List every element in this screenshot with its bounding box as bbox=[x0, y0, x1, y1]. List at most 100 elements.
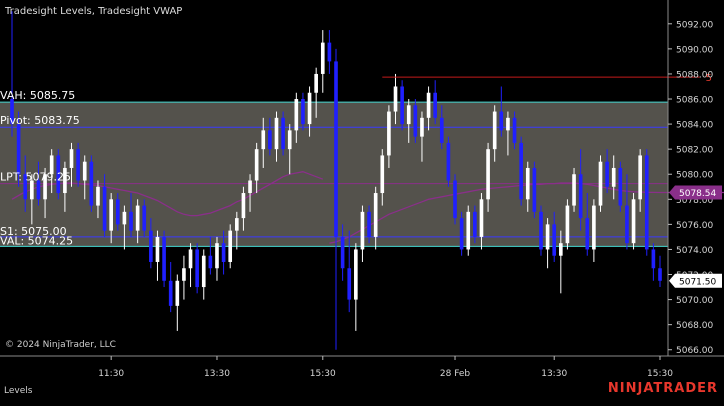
level-label-lpt: LPT: 5079.25 bbox=[0, 171, 71, 184]
candle-body bbox=[611, 167, 616, 187]
y-tick-label: 5066.00 bbox=[676, 346, 713, 356]
candle-body bbox=[486, 149, 490, 200]
candle-body bbox=[129, 211, 133, 231]
candle bbox=[539, 205, 543, 256]
candle-body bbox=[565, 205, 570, 244]
candle-body bbox=[314, 73, 318, 93]
candle-body bbox=[281, 117, 285, 150]
candle-body bbox=[109, 199, 114, 231]
candle-body bbox=[433, 92, 438, 118]
candle bbox=[413, 99, 418, 143]
tab-levels[interactable]: Levels bbox=[4, 386, 32, 396]
candle-body bbox=[76, 149, 80, 181]
y-tick-label: 5074.00 bbox=[676, 246, 713, 256]
candle-body bbox=[572, 174, 576, 206]
candle-body bbox=[254, 149, 259, 181]
candle-body bbox=[122, 211, 127, 225]
candle-body bbox=[492, 111, 497, 150]
candle-body bbox=[413, 105, 418, 137]
candle bbox=[644, 149, 649, 256]
candle-body bbox=[466, 211, 471, 250]
candle-body bbox=[373, 193, 378, 237]
x-tick-label: 28 Feb bbox=[440, 369, 471, 379]
candle bbox=[453, 174, 457, 225]
candle-body bbox=[241, 193, 246, 219]
candle-body bbox=[532, 167, 537, 212]
candle-body bbox=[340, 236, 345, 269]
candle bbox=[400, 80, 404, 131]
candle bbox=[572, 167, 576, 212]
candle-body bbox=[320, 42, 325, 74]
candle-body bbox=[525, 167, 530, 200]
candle-body bbox=[625, 205, 629, 244]
candle-body bbox=[651, 249, 656, 269]
candle-body bbox=[459, 218, 464, 250]
candle-body bbox=[439, 117, 444, 143]
candle-body bbox=[294, 99, 299, 131]
candle bbox=[618, 161, 623, 212]
candle-body bbox=[446, 142, 451, 181]
candle bbox=[162, 230, 166, 288]
ninjatrader-logo: NINJATRADER bbox=[607, 381, 718, 396]
last-price-badge: 5071.50 bbox=[669, 273, 722, 288]
candle bbox=[89, 155, 94, 212]
candle-body bbox=[234, 218, 239, 231]
x-tick-label: 13:30 bbox=[541, 369, 567, 379]
price-chart[interactable]: 5 5066.005068.005070.005072.005074.00507… bbox=[0, 0, 724, 402]
candle-body bbox=[380, 155, 385, 194]
candle bbox=[598, 155, 603, 212]
x-tick-label: 15:30 bbox=[647, 369, 673, 379]
copyright-text: © 2024 NinjaTrader, LLC bbox=[5, 340, 116, 350]
candle-body bbox=[188, 249, 193, 269]
candle-body bbox=[268, 130, 272, 150]
indicators-label: Tradesight Levels, Tradesight VWAP bbox=[4, 6, 182, 17]
y-tick-label: 5068.00 bbox=[676, 321, 713, 331]
y-tick-label: 5082.00 bbox=[676, 146, 713, 156]
chart-root[interactable]: 5 5066.005068.005070.005072.005074.00507… bbox=[0, 0, 724, 402]
candle-body bbox=[506, 117, 510, 131]
candle-body bbox=[552, 224, 557, 256]
candle-body bbox=[96, 186, 100, 206]
candle-body bbox=[69, 149, 74, 168]
candle bbox=[631, 193, 636, 250]
y-tick-label: 5090.00 bbox=[676, 45, 713, 55]
y-tick-label: 5080.00 bbox=[676, 171, 713, 181]
candle bbox=[281, 111, 285, 156]
candle-body bbox=[631, 199, 636, 244]
y-tick-label: 5070.00 bbox=[676, 296, 713, 306]
y-tick-label: 5076.00 bbox=[676, 221, 713, 231]
x-tick-label: 15:30 bbox=[310, 369, 336, 379]
last-price-badge-text: 5071.50 bbox=[679, 277, 716, 287]
x-tick-label: 11:30 bbox=[98, 369, 124, 379]
candle-body bbox=[479, 199, 484, 237]
candle bbox=[532, 161, 537, 219]
candle-body bbox=[228, 230, 233, 262]
candle-body bbox=[208, 255, 213, 269]
candle-body bbox=[400, 86, 404, 125]
candle-body bbox=[215, 243, 219, 269]
candle-body bbox=[201, 255, 206, 288]
y-tick-label: 5086.00 bbox=[676, 96, 713, 106]
candle-body bbox=[142, 205, 147, 231]
candle-body bbox=[420, 117, 424, 137]
y-tick-label: 5092.00 bbox=[676, 20, 713, 30]
candle-body bbox=[334, 61, 338, 237]
level-label-vah: VAH: 5085.75 bbox=[0, 89, 75, 102]
candle-body bbox=[519, 142, 523, 200]
candle bbox=[565, 199, 570, 250]
level-label-pivot: Pivot: 5083.75 bbox=[0, 114, 80, 127]
candle-body bbox=[162, 236, 166, 281]
candle-body bbox=[16, 124, 21, 175]
candle-body bbox=[168, 280, 173, 306]
candle-body bbox=[367, 211, 371, 237]
candle-body bbox=[426, 92, 431, 118]
x-tick-label: 13:30 bbox=[204, 369, 230, 379]
candle-body bbox=[360, 211, 365, 250]
candle-body bbox=[82, 161, 87, 181]
candle-body bbox=[592, 205, 596, 250]
candle-body bbox=[327, 42, 332, 62]
vwap-price-badge-text: 5078.54 bbox=[679, 189, 716, 199]
candle bbox=[228, 224, 233, 269]
candle-body bbox=[149, 230, 153, 262]
candle bbox=[519, 136, 523, 206]
